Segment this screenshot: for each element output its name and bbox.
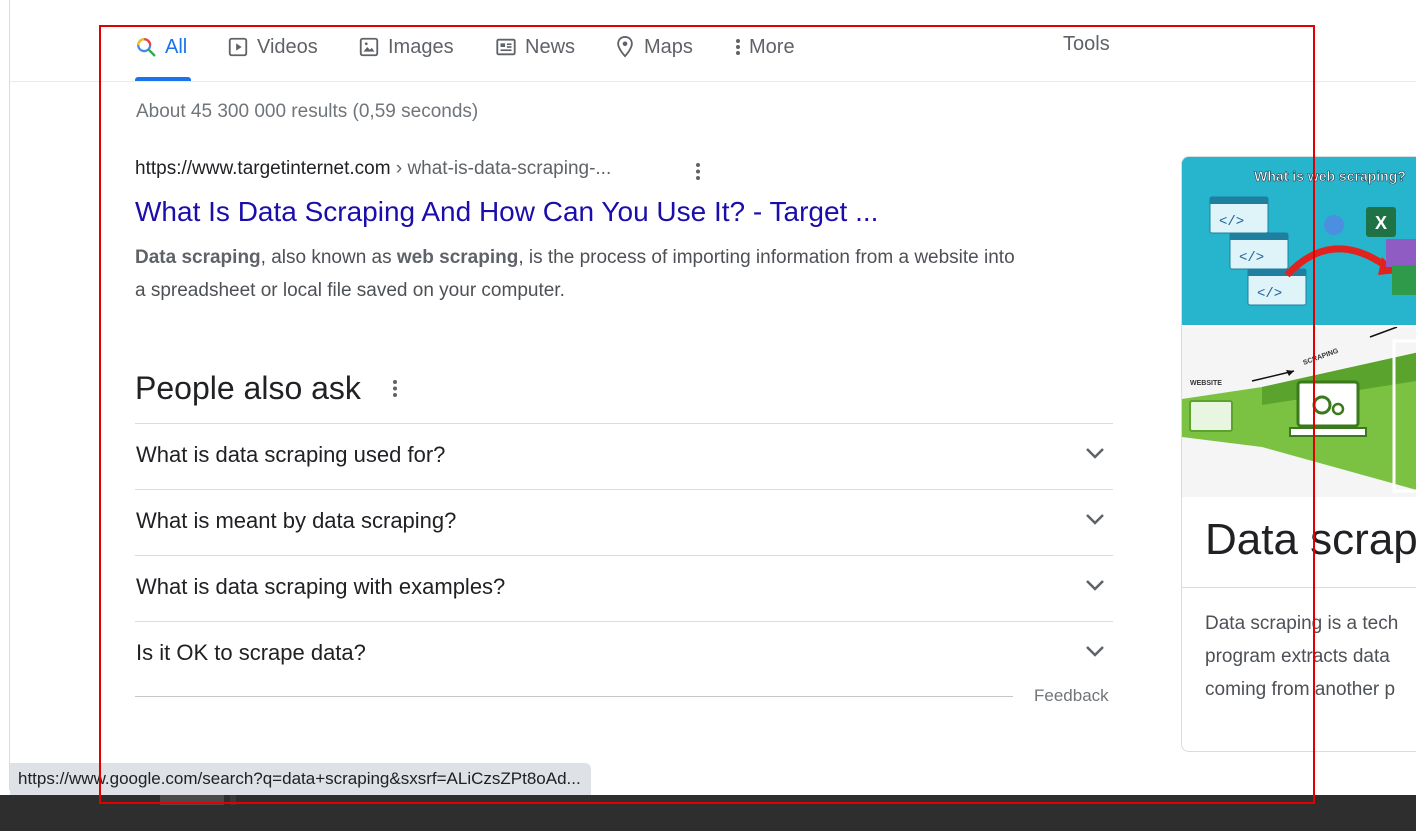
tab-label: More <box>749 35 795 58</box>
search-tabs-bar: All Videos Images News Maps More Tools <box>0 0 1416 82</box>
svg-text:</>: </> <box>1239 250 1264 266</box>
tab-more[interactable]: More <box>733 33 795 61</box>
tab-label: All <box>165 35 188 58</box>
video-icon <box>227 36 249 58</box>
code-window-icon: </> <box>1229 232 1289 270</box>
taskbar-item[interactable] <box>230 795 236 805</box>
paa-question[interactable]: What is data scraping used for? <box>135 423 1113 489</box>
tools-button[interactable]: Tools <box>1063 33 1110 56</box>
tab-images[interactable]: Images <box>358 33 454 61</box>
link-status-bar: https://www.google.com/search?q=data+scr… <box>10 763 591 795</box>
tab-all[interactable]: All <box>135 33 187 61</box>
result-path: › what-is-data-scraping-... <box>390 158 612 179</box>
map-pin-icon <box>614 35 636 59</box>
snippet-text: , also known as <box>260 247 397 268</box>
snippet-highlight: Data scraping <box>135 247 261 268</box>
tab-label: Videos <box>257 35 318 58</box>
image-icon <box>358 36 380 58</box>
search-result: https://www.targetinternet.com › what-is… <box>135 158 1015 301</box>
svg-text:X: X <box>1375 213 1387 233</box>
people-also-ask-heading: People also ask <box>135 370 361 406</box>
description-line: coming from another p <box>1205 679 1396 700</box>
taskbar-item[interactable] <box>160 795 224 805</box>
knowledge-panel: What is web scraping? </> </> </> X WEBS… <box>1181 156 1416 752</box>
result-domain: https://www.targetinternet.com <box>135 158 391 179</box>
website-icon <box>1189 400 1233 432</box>
image-label: WEBSITE <box>1190 380 1222 387</box>
result-title-link[interactable]: What Is Data Scraping And How Can You Us… <box>135 196 878 228</box>
people-also-ask-list: What is data scraping used for? What is … <box>135 423 1113 687</box>
paa-question-text: What is meant by data scraping? <box>136 508 457 533</box>
tab-label: News <box>525 35 576 58</box>
snippet-highlight: web scraping <box>396 247 519 268</box>
chevron-down-icon <box>1085 644 1105 663</box>
tab-label: Images <box>388 35 454 58</box>
code-window-icon: </> <box>1247 268 1307 306</box>
taskbar <box>0 795 1416 831</box>
knowledge-panel-divider <box>1182 587 1416 588</box>
image-caption: What is web scraping? <box>1254 168 1406 184</box>
knowledge-panel-image-web-scraping[interactable]: What is web scraping? </> </> </> X <box>1182 157 1416 325</box>
chevron-down-icon <box>1085 512 1105 531</box>
paa-more-options-icon[interactable] <box>390 379 400 404</box>
svg-text:</>: </> <box>1257 286 1282 302</box>
annotation-highlight-box <box>99 25 1315 804</box>
paa-question[interactable]: What is data scraping with examples? <box>135 555 1113 621</box>
tab-label: Maps <box>644 35 693 58</box>
paa-question-text: What is data scraping with examples? <box>136 574 506 599</box>
more-vert-icon <box>733 36 743 58</box>
knowledge-panel-image-scraping-funnel[interactable]: WEBSITE SCRAPING <box>1182 326 1416 497</box>
gear-icon <box>1324 215 1344 235</box>
knowledge-panel-title: Data scrap <box>1205 515 1416 564</box>
paa-bottom-divider <box>135 696 1013 697</box>
result-snippet: Data scraping, also known as web scrapin… <box>135 241 1015 307</box>
result-citation[interactable]: https://www.targetinternet.com › what-is… <box>135 158 1015 180</box>
news-icon <box>495 36 517 58</box>
paa-question-text: Is it OK to scrape data? <box>136 640 366 665</box>
result-stats: About 45 300 000 results (0,59 seconds) <box>136 101 479 122</box>
chevron-down-icon <box>1085 446 1105 465</box>
tab-news[interactable]: News <box>495 33 575 61</box>
tab-videos[interactable]: Videos <box>227 33 318 61</box>
paa-question[interactable]: What is meant by data scraping? <box>135 489 1113 555</box>
search-icon <box>135 36 157 58</box>
code-window-icon: </> <box>1209 196 1269 234</box>
description-line: program extracts data <box>1205 646 1390 667</box>
paa-question-text: What is data scraping used for? <box>136 442 446 467</box>
tabs-divider <box>10 81 1416 82</box>
description-line: Data scraping is a tech <box>1205 613 1399 634</box>
paa-question[interactable]: Is it OK to scrape data? <box>135 621 1113 687</box>
svg-text:</>: </> <box>1219 214 1244 230</box>
tab-maps[interactable]: Maps <box>614 33 693 61</box>
computer-icon <box>1296 380 1360 428</box>
knowledge-panel-description: Data scraping is a tech program extracts… <box>1205 607 1416 706</box>
feedback-link[interactable]: Feedback <box>1034 686 1109 706</box>
result-more-options-icon[interactable] <box>693 162 703 187</box>
chevron-down-icon <box>1085 578 1105 597</box>
page-left-border <box>9 0 10 790</box>
